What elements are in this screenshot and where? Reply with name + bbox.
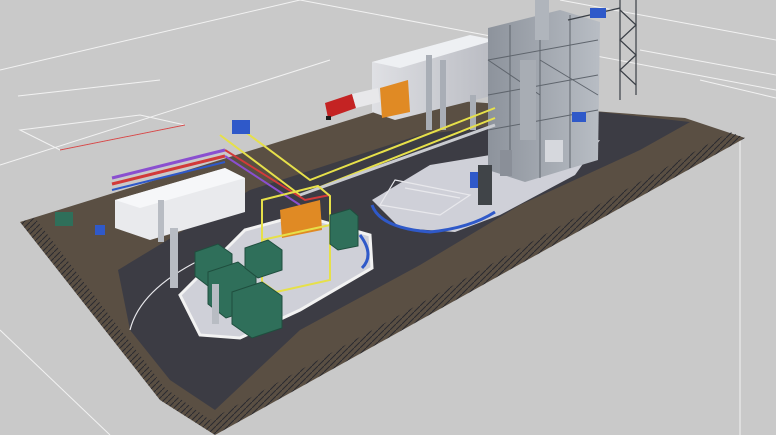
pump-blue — [572, 112, 586, 122]
column-vessel-2 — [520, 60, 536, 140]
mast-equipment — [590, 8, 606, 18]
plant-3d-viewport[interactable] — [0, 0, 776, 435]
plant-scene — [0, 0, 776, 435]
column-vessel — [535, 0, 549, 40]
